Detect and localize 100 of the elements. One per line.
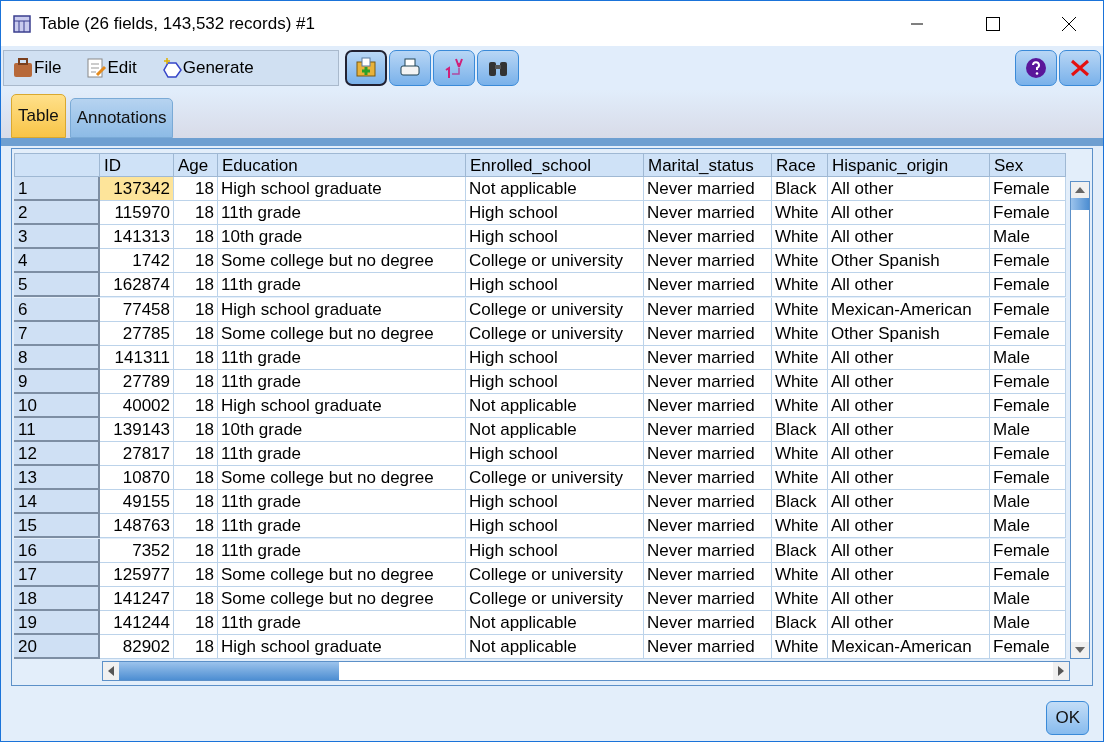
table-cell: White [772, 249, 828, 274]
table-cell: Never married [644, 418, 772, 443]
row-header[interactable]: 2 [14, 201, 100, 226]
column-header[interactable]: Race [772, 153, 828, 177]
row-header[interactable]: 11 [14, 418, 100, 443]
column-header[interactable]: Age [174, 153, 218, 177]
menu-item[interactable]: Edit [103, 56, 141, 80]
binoculars-button[interactable] [477, 50, 519, 86]
table-cell: White [772, 369, 828, 394]
table-cell: College or university [466, 586, 644, 611]
close-button[interactable] [1059, 50, 1101, 86]
add-table-button[interactable] [345, 50, 387, 86]
table-cell: Female [990, 201, 1066, 226]
table-cell: 141313 [100, 225, 174, 250]
table-cell: White [772, 393, 828, 418]
table-cell: High school graduate [218, 297, 466, 322]
left-arrow-icon[interactable] [108, 666, 114, 676]
table-cell: College or university [466, 249, 644, 274]
menu-item[interactable]: Generate [178, 56, 258, 80]
table-cell: Male [990, 586, 1066, 611]
row-header[interactable]: 17 [14, 562, 100, 587]
print-button[interactable] [389, 50, 431, 86]
table-cell: White [772, 466, 828, 491]
table-cell: Not applicable [466, 418, 644, 443]
row-header[interactable]: 4 [14, 249, 100, 274]
tab[interactable]: Table [11, 94, 66, 138]
table-cell: Female [990, 442, 1066, 467]
row-header[interactable]: 13 [14, 466, 100, 491]
table-cell: Male [990, 514, 1066, 539]
table-cell: College or university [466, 466, 644, 491]
table-cell: 11th grade [218, 273, 466, 298]
row-header[interactable]: 1 [14, 177, 100, 202]
table-cell: 11th grade [218, 369, 466, 394]
table-cell: 18 [174, 562, 218, 587]
scrollbar-thumb[interactable] [1071, 198, 1089, 210]
table-cell: White [772, 442, 828, 467]
row-header[interactable]: 15 [14, 514, 100, 539]
row-header[interactable]: 12 [14, 442, 100, 467]
table-cell: 10th grade [218, 418, 466, 443]
table-cell: Not applicable [466, 177, 644, 202]
row-header[interactable]: 5 [14, 273, 100, 298]
row-header[interactable]: 6 [14, 297, 100, 322]
table-cell: All other [828, 538, 990, 563]
table-cell: Mexican-American [828, 634, 990, 659]
table-cell: White [772, 225, 828, 250]
table-cell: Never married [644, 249, 772, 274]
row-header[interactable]: 19 [14, 610, 100, 635]
table-cell: White [772, 297, 828, 322]
table-cell: High school graduate [218, 393, 466, 418]
table-cell: 11th grade [218, 514, 466, 539]
help-button[interactable] [1015, 50, 1057, 86]
table-cell: 18 [174, 249, 218, 274]
table-cell: 115970 [100, 201, 174, 226]
column-header[interactable]: ID [100, 153, 174, 177]
table-cell: Never married [644, 369, 772, 394]
row-header[interactable]: 16 [14, 538, 100, 563]
table-cell: 141247 [100, 586, 174, 611]
table-cell: 1742 [100, 249, 174, 274]
right-arrow-icon[interactable] [1058, 666, 1064, 676]
up-arrow-icon[interactable] [1075, 187, 1085, 193]
column-header[interactable]: Hispanic_origin [828, 153, 990, 177]
column-header[interactable]: Sex [990, 153, 1066, 177]
menu-item[interactable]: File [30, 56, 66, 80]
row-header[interactable]: 9 [14, 369, 100, 394]
row-header[interactable]: 3 [14, 225, 100, 250]
table-cell: 27785 [100, 321, 174, 346]
table-cell: College or university [466, 562, 644, 587]
ok-button[interactable]: OK [1046, 700, 1089, 735]
table-cell: Never married [644, 490, 772, 515]
row-header[interactable]: 18 [14, 586, 100, 611]
table-cell: 11th grade [218, 610, 466, 635]
table-cell: 141244 [100, 610, 174, 635]
table-cell: 18 [174, 393, 218, 418]
row-header[interactable]: 20 [14, 634, 100, 659]
table-cell: All other [828, 586, 990, 611]
table-cell: White [772, 345, 828, 370]
column-header[interactable]: Marital_status [644, 153, 772, 177]
table-cell: 82902 [100, 634, 174, 659]
down-arrow-icon[interactable] [1075, 647, 1085, 653]
table-cell: White [772, 321, 828, 346]
row-header[interactable]: 7 [14, 321, 100, 346]
row-header[interactable]: 8 [14, 345, 100, 370]
table-cell: Black [772, 418, 828, 443]
tab[interactable]: Annotations [69, 98, 174, 138]
column-header[interactable]: Enrolled_school [466, 153, 644, 177]
table-cell: Female [990, 369, 1066, 394]
help-icon [1025, 57, 1047, 79]
horizontal-scrollbar[interactable] [102, 661, 1070, 681]
scrollbar-thumb[interactable] [119, 662, 339, 680]
row-header[interactable]: 14 [14, 490, 100, 515]
table-cell: Other Spanish [828, 249, 990, 274]
vertical-scrollbar[interactable] [1070, 181, 1090, 659]
column-header[interactable]: Education [218, 153, 466, 177]
table-cell: 27789 [100, 369, 174, 394]
table-cell: 18 [174, 514, 218, 539]
table-cell: High school [466, 514, 644, 539]
table-cell: Female [990, 249, 1066, 274]
sort-button[interactable] [433, 50, 475, 86]
add-table-icon [354, 56, 378, 80]
row-header[interactable]: 10 [14, 393, 100, 418]
